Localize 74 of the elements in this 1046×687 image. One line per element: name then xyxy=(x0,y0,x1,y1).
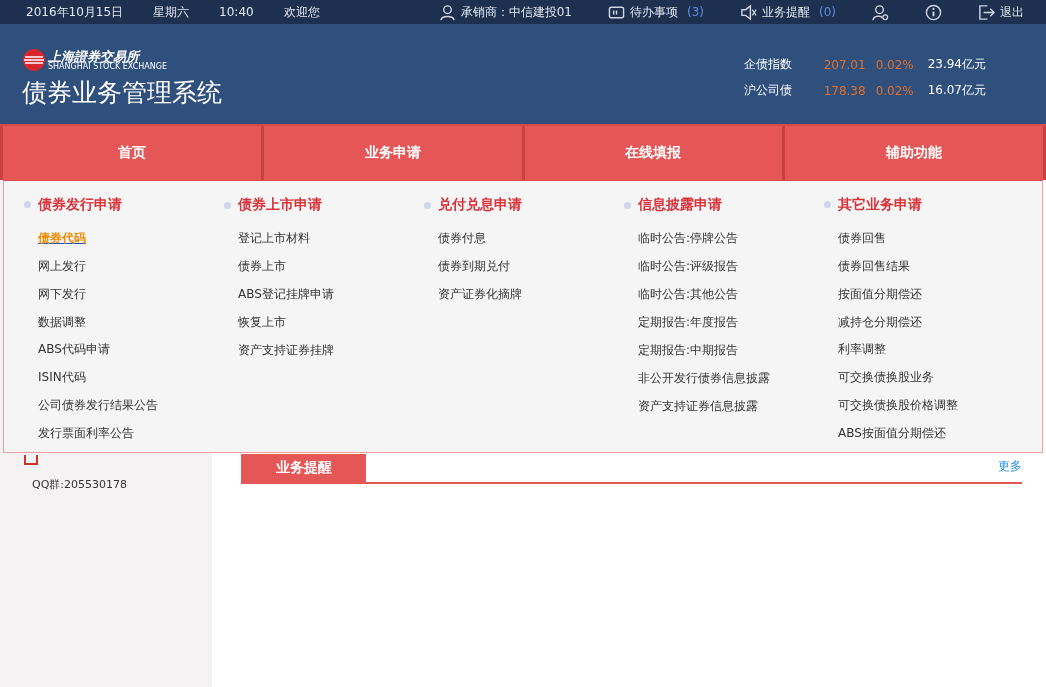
user-settings-icon[interactable] xyxy=(872,3,889,21)
menu-item[interactable]: 可交换债换股价格调整 xyxy=(838,396,958,425)
greeting-text: 欢迎您 xyxy=(283,3,320,21)
menu-item[interactable]: 网上发行 xyxy=(38,256,86,285)
menu-item[interactable]: 债券付息 xyxy=(438,229,486,257)
menu-item[interactable]: 登记上市材料 xyxy=(238,229,310,257)
menu-item[interactable]: 债券回售结果 xyxy=(838,256,910,285)
menu-group-title: 其它业务申请 xyxy=(838,195,922,214)
menu-item[interactable]: 按面值分期偿还 xyxy=(838,284,922,313)
count-text: (3) xyxy=(687,5,704,19)
menu-group-title: 债券发行申请 xyxy=(38,195,122,214)
more-link[interactable]: 更多 xyxy=(998,458,1022,475)
menu-item[interactable]: 公司债券发行结果公告 xyxy=(38,396,158,425)
logo-subtitle: SHANGHAI STOCK EXCHANGE xyxy=(48,62,168,71)
time-text: 10:40 xyxy=(219,5,254,19)
menu-item[interactable]: 临时公告:其他公告 xyxy=(638,285,739,313)
bullet-icon xyxy=(624,201,631,209)
menu-item[interactable]: 可交换债换股业务 xyxy=(838,368,934,397)
weekday-text: 星期六 xyxy=(153,3,190,21)
menu-item[interactable]: 债券上市 xyxy=(238,257,286,285)
menu-item[interactable]: ABS代码申请 xyxy=(38,340,110,369)
menu-item[interactable]: 恢复上市 xyxy=(238,313,286,341)
menu-item[interactable]: 临时公告:停牌公告 xyxy=(638,229,739,257)
menu-item[interactable]: ISIN代码 xyxy=(38,368,86,397)
menu-item[interactable]: 临时公告:评级报告 xyxy=(638,257,739,285)
logo-text: 上海證券交易所 xyxy=(48,49,141,63)
info-icon[interactable] xyxy=(925,3,942,21)
index-name: 企债指数 xyxy=(743,56,793,73)
system-title: 债券业务管理系统 xyxy=(22,77,222,109)
menu-item[interactable]: 债券回售 xyxy=(838,228,886,257)
bullet-icon xyxy=(224,201,231,209)
topbar-link[interactable]: 承销商：中信建投01 xyxy=(460,3,572,21)
count-text: (0) xyxy=(819,5,836,19)
index-value: 207.01 xyxy=(823,57,867,72)
menu-item[interactable]: ABS按面值分期偿还 xyxy=(838,424,946,453)
qq-group-text: QQ群:205530178 xyxy=(32,477,128,492)
menu-item[interactable]: ABS登记挂牌申请 xyxy=(238,285,334,313)
user-icon[interactable] xyxy=(438,3,456,21)
topbar-link[interactable]: 待办事项 xyxy=(630,3,678,21)
bullet-icon xyxy=(424,201,431,209)
bullet-icon xyxy=(824,201,831,209)
topbar-link[interactable]: 退出 xyxy=(1000,3,1024,21)
index-amount: 16.07亿元 xyxy=(927,82,986,99)
menu-item[interactable]: 网下发行 xyxy=(38,284,86,313)
topbar-link[interactable]: 业务提醒 xyxy=(762,3,810,21)
menu-item[interactable]: 利率调整 xyxy=(838,340,886,369)
menu-item[interactable]: 减持仓分期偿还 xyxy=(838,312,922,341)
index-amount: 23.94亿元 xyxy=(927,56,986,73)
menu-item[interactable]: 定期报告:年度报告 xyxy=(638,313,739,341)
menu-group-title: 兑付兑息申请 xyxy=(438,196,522,214)
nav-tab[interactable]: 业务申请 xyxy=(263,126,522,180)
menu-group-title: 信息披露申请 xyxy=(638,196,722,214)
logout-icon[interactable] xyxy=(978,3,995,21)
nav-tab[interactable]: 在线填报 xyxy=(524,126,783,180)
menu-item[interactable]: 资产支持证券挂牌 xyxy=(238,341,334,369)
menu-item[interactable]: 数据调整 xyxy=(38,312,86,341)
bullet-icon xyxy=(24,201,31,209)
exchange-logo-icon xyxy=(22,48,46,72)
panel-tab[interactable]: 业务提醒 xyxy=(241,454,366,482)
index-change: 0.02% xyxy=(875,83,915,98)
menu-item[interactable]: 资产支持证券信息披露 xyxy=(638,397,758,425)
menu-item[interactable]: 发行票面利率公告 xyxy=(38,424,134,453)
index-change: 0.02% xyxy=(875,57,915,72)
speaker-icon[interactable] xyxy=(740,3,757,21)
menu-item[interactable]: 定期报告:中期报告 xyxy=(638,341,739,369)
menu-item[interactable]: 非公开发行债券信息披露 xyxy=(638,369,770,397)
nav-tab[interactable]: 辅助功能 xyxy=(785,126,1043,180)
menu-item[interactable]: 债券到期兑付 xyxy=(438,257,510,285)
date-text: 2016年10月15日 xyxy=(26,3,124,21)
nav-tab[interactable]: 首页 xyxy=(3,126,261,180)
index-value: 178.38 xyxy=(823,83,867,98)
menu-item[interactable]: 资产证券化摘牌 xyxy=(438,285,522,313)
index-name: 沪公司债 xyxy=(743,82,793,99)
menu-group-title: 债券上市申请 xyxy=(238,196,322,214)
